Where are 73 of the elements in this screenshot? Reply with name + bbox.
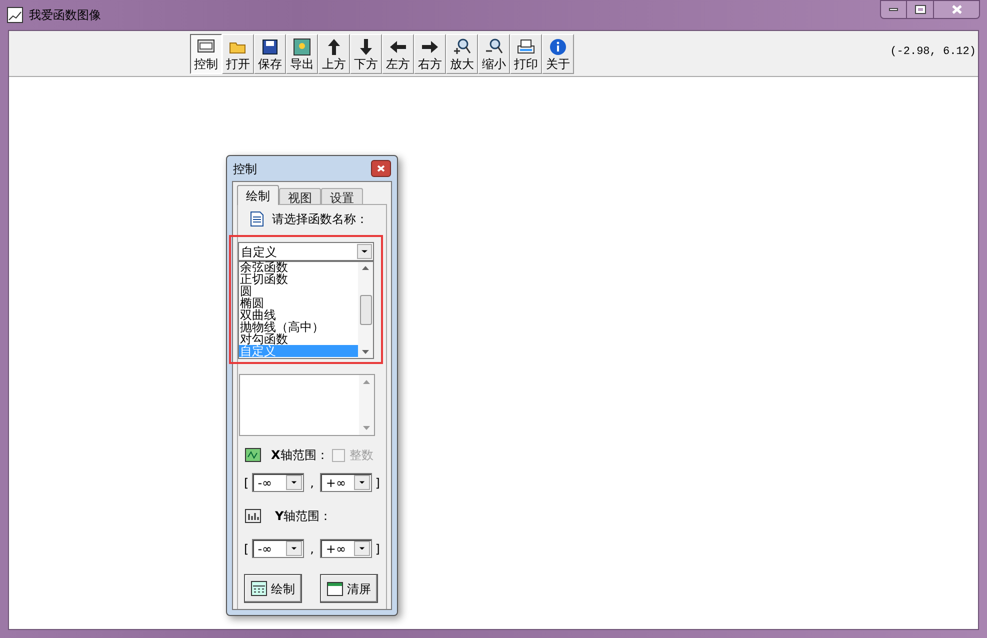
range-dropdown[interactable]: -∞ [252,539,304,558]
zoom-out-icon [485,38,503,56]
comma: , [309,474,315,492]
tab[interactable]: 设置 [321,188,363,205]
function-prompt: 请选择函数名称： [272,211,368,228]
document-icon [250,211,264,227]
checkbox-label: 整数 [349,447,374,464]
bracket: [ [244,474,249,492]
printer-icon [517,38,535,56]
scrollbar[interactable] [358,262,373,358]
picture-icon [293,38,311,56]
wave-chart-icon [245,448,261,462]
toolbar-button[interactable]: 缩小 [478,34,510,74]
caret-icon [357,244,372,259]
calculator-icon [251,581,267,596]
x-axis-label: X轴范围： [271,447,328,464]
close-button[interactable] [934,0,980,19]
toolbar-button[interactable]: 下方 [350,34,382,74]
bracket: ] [375,474,380,492]
toolbar-button[interactable]: 导出 [286,34,318,74]
caret-icon [362,350,369,354]
clear-button[interactable]: 清屏 [320,574,378,603]
arrow-up-icon [325,38,343,56]
toolbar-button[interactable]: 左方 [382,34,414,74]
formula-text-area[interactable] [239,374,375,436]
list-option[interactable]: 圆 [239,285,358,297]
comma: , [309,540,315,558]
panel-title: 控制 [233,160,258,178]
bar-chart-icon [245,509,261,523]
list-option[interactable]: 双曲线 [239,309,358,321]
toolbar-button[interactable]: 控制 [190,34,222,74]
close-button[interactable] [371,160,391,177]
toolbar-button[interactable]: 放大 [446,34,478,74]
toolbar-button[interactable]: 右方 [414,34,446,74]
caret-icon [354,541,370,556]
list-option[interactable]: 椭圆 [239,297,358,309]
tab[interactable]: 绘制 [237,185,279,205]
y-axis-label: Y轴范围： [275,508,332,525]
window-title: 我爱函数图像 [29,7,101,24]
list-option[interactable]: 抛物线（高中） [239,321,358,333]
close-icon [952,5,962,14]
minimize-button[interactable] [880,0,907,19]
tab[interactable]: 视图 [279,188,321,205]
bracket: ] [375,540,380,558]
window-icon [327,582,343,596]
caret-icon [286,475,302,490]
toolbar-button[interactable]: 关于 [542,34,574,74]
caret-icon [363,426,370,430]
arrow-down-icon [357,38,375,56]
caret-icon [354,475,370,490]
caret-icon [286,541,302,556]
draw-button[interactable]: 绘制 [244,574,302,603]
cursor-coordinates: (-2.98, 6.12) [890,45,976,60]
toolbar-button[interactable]: 打印 [510,34,542,74]
maximize-button[interactable] [907,0,934,19]
close-icon [377,165,385,172]
caret-icon [362,266,369,270]
scroll-thumb[interactable] [360,295,372,325]
info-icon [549,38,567,56]
caret-icon [363,380,370,384]
zoom-in-icon [453,38,471,56]
bracket: [ [244,540,249,558]
list-option[interactable]: 正切函数 [239,273,358,285]
range-dropdown[interactable]: -∞ [252,473,304,492]
toolbar-button[interactable]: 上方 [318,34,350,74]
list-option[interactable]: 余弦函数 [239,261,358,273]
toolbar-button[interactable]: 打开 [222,34,254,74]
chart-icon [7,7,23,23]
range-dropdown[interactable]: +∞ [320,539,372,558]
function-dropdown[interactable]: 自定义 [238,242,374,261]
range-dropdown[interactable]: +∞ [320,473,372,492]
list-option[interactable]: 对勾函数 [239,333,358,345]
toolbar-button[interactable]: 保存 [254,34,286,74]
